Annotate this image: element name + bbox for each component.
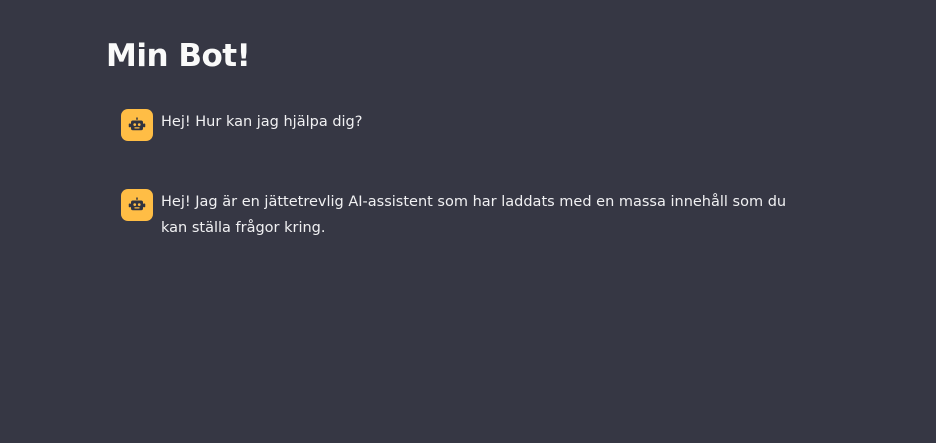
page-title: Min Bot! [106, 38, 251, 74]
chat-message-text: Hej! Hur kan jag hjälpa dig? [161, 114, 363, 130]
robot-icon [128, 117, 146, 131]
robot-icon [128, 197, 146, 211]
assistant-avatar [121, 109, 153, 141]
chat-message-assistant: Hej! Jag är en jättetrevlig AI-assistent… [121, 189, 821, 241]
chat-message-text: Hej! Jag är en jättetrevlig AI-assistent… [161, 194, 787, 236]
chat-message-assistant: Hej! Hur kan jag hjälpa dig? [121, 109, 821, 141]
assistant-avatar [121, 189, 153, 221]
